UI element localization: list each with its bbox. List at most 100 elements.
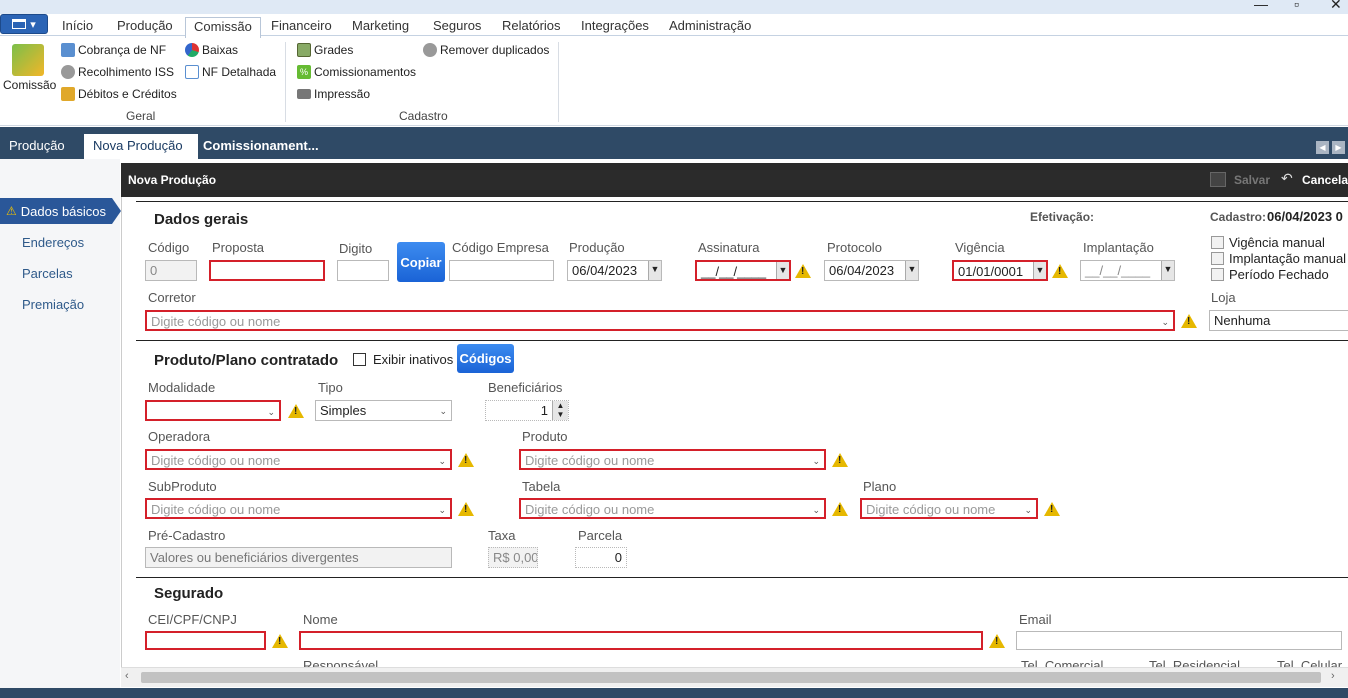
precadastro-field[interactable]: Valores ou beneficiários divergentes	[145, 547, 452, 568]
minimize-button[interactable]: —	[1254, 0, 1268, 12]
doc-tab-producao[interactable]: Produção	[0, 134, 74, 159]
email-field[interactable]	[1016, 631, 1342, 650]
tipo-select[interactable]: Simples ⌄	[315, 400, 452, 421]
nf-detalhada-button[interactable]: NF Detalhada	[185, 65, 276, 79]
impressao-button[interactable]: Impressão	[297, 87, 370, 101]
exibir-inativos-checkbox[interactable]	[353, 353, 366, 366]
close-button[interactable]: ✕	[1330, 0, 1342, 13]
ribbon-tab-comissao[interactable]: Comissão	[185, 17, 261, 38]
sidebar-item-dados-basicos[interactable]: ⚠ Dados básicos	[0, 198, 112, 224]
sidebar-item-parcelas[interactable]: Parcelas	[22, 266, 73, 281]
ribbon-tab-producao[interactable]: Produção	[109, 17, 181, 37]
tab-scroll-right-icon[interactable]: ▶	[1332, 141, 1345, 154]
producao-label: Produção	[569, 240, 625, 255]
copiar-button[interactable]: Copiar	[397, 242, 445, 282]
stepper-arrows-icon[interactable]: ▲ ▼	[552, 401, 568, 420]
chevron-down-icon[interactable]: ▼	[776, 262, 789, 279]
modalidade-label: Modalidade	[148, 380, 216, 395]
group-label-cadastro: Cadastro	[399, 109, 448, 123]
taxa-field[interactable]: R$ 0,00	[488, 547, 538, 568]
nome-field[interactable]	[299, 631, 983, 650]
horizontal-scrollbar[interactable]: ‹ ›	[121, 667, 1348, 687]
warning-icon	[832, 453, 848, 467]
modalidade-select[interactable]: ⌄	[145, 400, 281, 421]
codigo-empresa-field[interactable]	[449, 260, 554, 281]
loja-select[interactable]: Nenhuma	[1209, 310, 1348, 331]
chevron-down-icon[interactable]: ▼	[1161, 261, 1174, 280]
save-icon	[1210, 172, 1226, 187]
protocolo-date-field[interactable]: 06/04/2023 ▼	[824, 260, 919, 281]
ribbon-tab-inicio[interactable]: Início	[54, 17, 101, 37]
comissionamentos-button[interactable]: % Comissionamentos	[297, 65, 416, 79]
tabela-select[interactable]: Digite código ou nome ⌄	[519, 498, 826, 519]
warning-icon	[989, 634, 1005, 648]
produto-select[interactable]: Digite código ou nome ⌄	[519, 449, 826, 470]
operadora-select[interactable]: Digite código ou nome ⌄	[145, 449, 452, 470]
doc-tab-comissionamento[interactable]: Comissionament...	[194, 134, 328, 159]
periodo-fechado-label: Período Fechado	[1229, 267, 1329, 282]
operadora-label: Operadora	[148, 429, 211, 444]
save-button[interactable]: Salvar	[1234, 173, 1270, 187]
ribbon-tab-financeiro[interactable]: Financeiro	[263, 17, 340, 37]
tipo-label: Tipo	[318, 380, 343, 395]
corretor-select[interactable]: Digite código ou nome ⌄	[145, 310, 1175, 331]
baixas-button[interactable]: Baixas	[185, 43, 238, 57]
grid-icon	[297, 43, 311, 57]
producao-date-field[interactable]: 06/04/2023 ▼	[567, 260, 662, 281]
section-title-segurado: Segurado	[154, 585, 224, 602]
vigencia-date-field[interactable]: 01/01/0001 ▼	[952, 260, 1048, 281]
recolhimento-iss-button[interactable]: Recolhimento ISS	[61, 65, 174, 79]
chevron-down-icon: ⌄	[267, 407, 275, 417]
scrollbar-thumb[interactable]	[141, 672, 1321, 683]
plano-select[interactable]: Digite código ou nome ⌄	[860, 498, 1038, 519]
grades-button[interactable]: Grades	[297, 43, 353, 57]
codigo-field[interactable]: 0	[145, 260, 197, 281]
debitos-creditos-button[interactable]: Débitos e Créditos	[61, 87, 177, 101]
document-icon	[185, 65, 199, 79]
chevron-down-icon[interactable]: ▼	[648, 261, 661, 280]
invoice-icon	[61, 43, 75, 57]
subproduto-select[interactable]: Digite código ou nome ⌄	[145, 498, 452, 519]
sidebar-item-premiacao[interactable]: Premiação	[22, 297, 84, 312]
coins-icon	[61, 87, 75, 101]
warning-icon	[1044, 502, 1060, 516]
ribbon-tab-seguros[interactable]: Seguros	[425, 17, 489, 37]
cancel-button[interactable]: Cancelar	[1302, 173, 1348, 187]
codigos-button[interactable]: Códigos	[457, 344, 514, 373]
tab-scroll-left-icon[interactable]: ◀	[1316, 141, 1329, 154]
ribbon-tab-administracao[interactable]: Administração	[661, 17, 759, 37]
chevron-down-icon[interactable]: ▼	[1033, 262, 1046, 279]
implantacao-manual-checkbox[interactable]	[1211, 252, 1224, 265]
responsavel-label: Responsável	[303, 658, 379, 667]
ribbon-tab-marketing[interactable]: Marketing	[344, 17, 417, 37]
digito-field[interactable]	[337, 260, 389, 281]
sidebar-item-enderecos[interactable]: Endereços	[22, 235, 84, 250]
group-label-geral: Geral	[126, 109, 156, 123]
maximize-button[interactable]: ▫	[1294, 0, 1299, 12]
vigencia-manual-checkbox[interactable]	[1211, 236, 1224, 249]
beneficiarios-stepper[interactable]: 1 ▲ ▼	[485, 400, 569, 421]
proposta-field[interactable]	[209, 260, 325, 281]
chevron-down-icon[interactable]: ▼	[905, 261, 918, 280]
periodo-fechado-checkbox[interactable]	[1211, 268, 1224, 281]
parcela-label: Parcela	[578, 528, 623, 543]
chevron-down-icon: ⌄	[1024, 505, 1032, 515]
divider	[136, 201, 1348, 202]
remover-duplicados-button[interactable]: Remover duplicados	[423, 43, 549, 57]
cpf-field[interactable]	[145, 631, 266, 650]
app-menu-button[interactable]: ▾	[0, 14, 48, 34]
ribbon-tab-integracoes[interactable]: Integrações	[573, 17, 657, 37]
gear-icon	[423, 43, 437, 57]
implantacao-date-field[interactable]: __/__/____ ▼	[1080, 260, 1175, 281]
comissao-big-button[interactable]: Comissão	[3, 78, 56, 92]
chevron-down-icon: ⌄	[812, 505, 820, 515]
ribbon-tab-relatorios[interactable]: Relatórios	[494, 17, 569, 37]
ribbon-separator	[285, 42, 286, 122]
cobranca-nf-button[interactable]: Cobrança de NF	[61, 43, 166, 57]
doc-tab-nova-producao[interactable]: Nova Produção	[84, 134, 198, 159]
scroll-right-icon[interactable]: ›	[1331, 670, 1335, 682]
scroll-left-icon[interactable]: ‹	[125, 670, 129, 682]
assinatura-date-field[interactable]: __/__/____ ▼	[695, 260, 791, 281]
divider	[136, 577, 1348, 578]
parcela-field[interactable]: 0	[575, 547, 627, 568]
